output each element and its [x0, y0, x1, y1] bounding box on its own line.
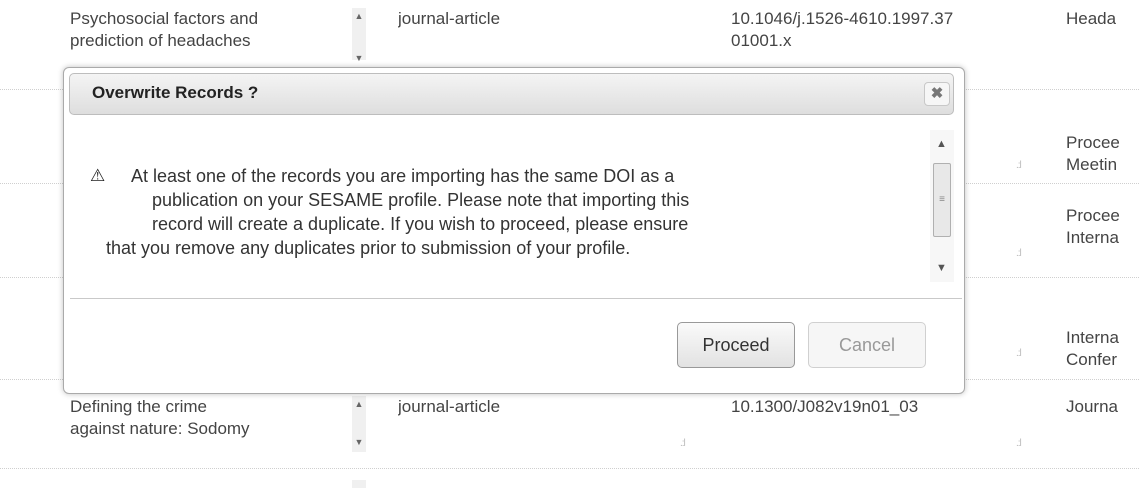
- source-cell: Procee Interna: [1066, 206, 1120, 247]
- dialog-header: Overwrite Records ? ✖: [69, 73, 954, 115]
- source-cell: Journa: [1066, 397, 1118, 416]
- resize-grip-icon[interactable]: .:l: [1016, 348, 1022, 359]
- cancel-button[interactable]: Cancel: [808, 322, 926, 368]
- type-cell: journal-article: [398, 397, 501, 416]
- chevron-down-icon[interactable]: ▼: [352, 436, 366, 448]
- title-scrollbar[interactable]: ▲ ▼: [352, 396, 366, 452]
- row-divider: [0, 468, 1139, 469]
- source-cell: Interna Confer: [1066, 328, 1119, 369]
- source-cell: Procee Meetin: [1066, 133, 1120, 174]
- resize-grip-icon[interactable]: .:l: [680, 438, 686, 449]
- scroll-thumb[interactable]: ≡: [933, 163, 951, 237]
- message-line: record will create a duplicate. If you w…: [152, 214, 689, 234]
- dialog-divider: [70, 298, 962, 299]
- dialog-scrollbar[interactable]: ▲ ≡ ▼: [930, 130, 954, 282]
- close-icon[interactable]: ✖: [924, 82, 950, 106]
- title-scrollbar[interactable]: ▲ ▼: [352, 8, 366, 63]
- message-line: publication on your SESAME profile. Plea…: [152, 190, 690, 210]
- chevron-down-icon[interactable]: ▼: [352, 52, 366, 64]
- warning-icon: ⚠: [90, 166, 106, 185]
- title-cell: Defining the crime against nature: Sodom…: [70, 397, 250, 438]
- dialog-title: Overwrite Records ?: [92, 83, 259, 102]
- message-line: that you remove any duplicates prior to …: [106, 238, 631, 258]
- type-cell: journal-article: [398, 9, 501, 28]
- chevron-up-icon[interactable]: ▲: [936, 138, 947, 150]
- title-cell: Psychosocial factors and prediction of h…: [70, 9, 259, 50]
- resize-grip-icon[interactable]: .:l: [1016, 438, 1022, 449]
- chevron-down-icon[interactable]: ▼: [936, 262, 947, 274]
- dialog-message: ⚠ At least one of the records you are im…: [70, 126, 930, 291]
- source-cell: Heada: [1066, 9, 1117, 28]
- resize-grip-icon[interactable]: .:l: [1016, 248, 1022, 259]
- chevron-up-icon[interactable]: ▲: [352, 10, 366, 22]
- overwrite-records-dialog: Overwrite Records ? ✖ ⚠ At least one of …: [63, 67, 965, 394]
- resize-grip-icon[interactable]: .:l: [1016, 160, 1022, 171]
- chevron-up-icon[interactable]: ▲: [352, 398, 366, 410]
- proceed-button[interactable]: Proceed: [677, 322, 795, 368]
- doi-cell: 10.1046/j.1526-4610.1997.37 01001.x: [731, 9, 954, 50]
- message-line: At least one of the records you are impo…: [131, 166, 675, 186]
- doi-cell: 10.1300/J082v19n01_03: [731, 397, 919, 416]
